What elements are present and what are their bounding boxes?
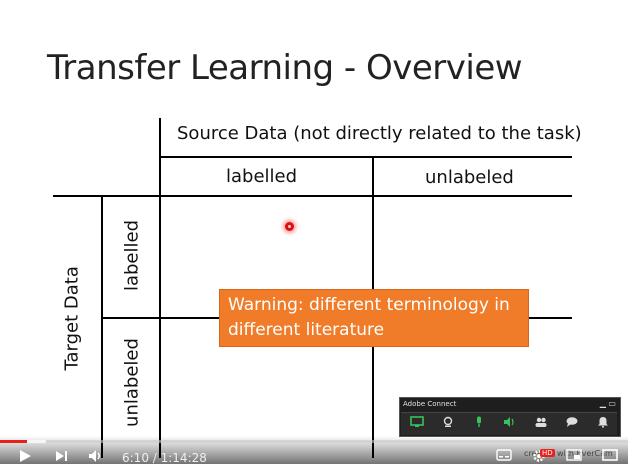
window-buttons[interactable]: ▁ ▭: [600, 399, 616, 408]
table-hline-source-header: [159, 156, 572, 158]
adobe-connect-toolbar: [401, 412, 617, 435]
webcam-icon[interactable]: [438, 416, 458, 431]
source-labelled-label: labelled: [226, 166, 298, 187]
subtitles-icon[interactable]: [496, 449, 512, 464]
source-unlabeled-label: unlabeled: [425, 167, 514, 188]
progress-track[interactable]: [0, 440, 628, 443]
screen-share-icon[interactable]: [407, 416, 427, 431]
volume-icon[interactable]: [88, 449, 104, 466]
time-display: 6:10 / 1:14:28: [122, 451, 207, 465]
target-labelled-label: labelled: [121, 219, 143, 292]
source-data-header: Source Data (not directly related to the…: [177, 123, 582, 144]
target-data-header: Target Data: [61, 266, 83, 371]
slide-title: Transfer Learning - Overview: [47, 48, 523, 88]
hd-badge: HD: [540, 449, 555, 457]
warning-callout: Warning: different terminology in differ…: [219, 289, 529, 347]
fullscreen-icon[interactable]: [602, 449, 618, 464]
notification-icon[interactable]: [593, 416, 613, 431]
table-hline-main: [53, 195, 572, 197]
next-icon[interactable]: [55, 449, 69, 466]
progress-played[interactable]: [0, 440, 27, 443]
table-vline-target: [101, 195, 103, 458]
adobe-connect-panel[interactable]: Adobe Connect ▁ ▭: [399, 397, 621, 437]
target-unlabeled-label: unlabeled: [121, 338, 143, 427]
laser-pointer: [285, 222, 294, 231]
table-vline-left-top: [159, 118, 161, 458]
play-icon[interactable]: [18, 449, 32, 466]
attendees-icon[interactable]: [531, 416, 551, 431]
chat-icon[interactable]: [562, 416, 582, 431]
miniplayer-icon[interactable]: [566, 449, 582, 464]
adobe-connect-title: Adobe Connect: [403, 400, 457, 408]
microphone-icon[interactable]: [469, 416, 489, 431]
slide: Transfer Learning - Overview Source Data…: [0, 0, 628, 464]
speaker-icon[interactable]: [500, 416, 520, 431]
